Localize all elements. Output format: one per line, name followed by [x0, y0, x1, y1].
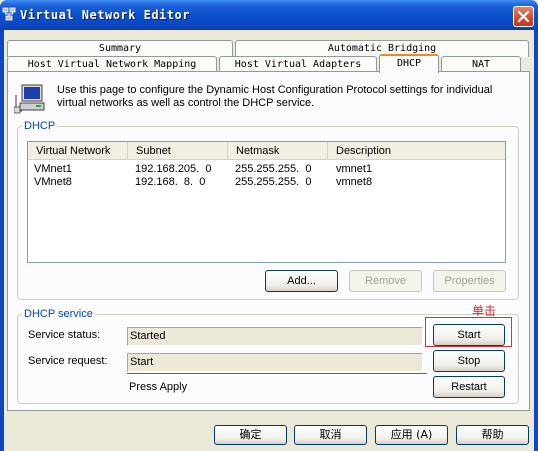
dhcp-group-label: DHCP: [22, 120, 58, 132]
list-header: Virtual Network Subnet Netmask Descripti…: [28, 142, 505, 160]
computer-icon: [14, 84, 45, 114]
service-request-field: Start: [127, 353, 423, 372]
annotation-underline: [127, 373, 427, 374]
intro-description: Use this page to configure the Dynamic H…: [57, 84, 493, 109]
window-border-right: [534, 30, 538, 451]
press-apply-hint: Press Apply: [129, 381, 188, 393]
start-highlight-box: [425, 317, 512, 347]
close-button[interactable]: [513, 6, 534, 27]
add-button[interactable]: Add...: [265, 270, 338, 292]
window-border-left: [0, 30, 4, 451]
column-subnet[interactable]: Subnet: [128, 142, 228, 160]
close-icon: [517, 10, 530, 23]
ok-button[interactable]: 确定: [214, 425, 287, 445]
help-button[interactable]: 帮助: [456, 425, 529, 445]
cell-subnet: 192.168.205. 0: [135, 163, 212, 175]
network-editor-icon: [2, 7, 16, 21]
tab-summary[interactable]: Summary: [7, 40, 233, 57]
cell-netmask: 255.255.255. 0: [235, 176, 312, 188]
stop-button[interactable]: Stop: [433, 350, 505, 372]
column-virtual-network[interactable]: Virtual Network: [28, 142, 128, 160]
click-annotation: 单击: [472, 304, 497, 318]
service-request-label: Service request:: [28, 355, 108, 367]
dhcp-network-list[interactable]: Virtual Network Subnet Netmask Descripti…: [27, 141, 506, 263]
cell-virtual-network: VMnet1: [34, 163, 72, 175]
tab-dhcp[interactable]: DHCP: [379, 54, 439, 73]
column-netmask[interactable]: Netmask: [228, 142, 328, 160]
cell-netmask: 255.255.255. 0: [235, 163, 312, 175]
cell-virtual-network: VMnet8: [34, 176, 72, 188]
list-item[interactable]: VMnet8 192.168. 8. 0 255.255.255. 0 vmne…: [28, 176, 505, 188]
service-status-label: Service status:: [28, 329, 101, 341]
title-bar: Virtual Network Editor: [0, 0, 538, 30]
apply-button[interactable]: 应用 (A): [375, 425, 448, 445]
cell-description: vmnet8: [336, 176, 373, 188]
cell-subnet: 192.168. 8. 0: [135, 176, 206, 188]
remove-button[interactable]: Remove: [349, 270, 422, 292]
restart-button[interactable]: Restart: [433, 376, 505, 398]
cancel-button[interactable]: 取消: [294, 425, 367, 445]
window-title: Virtual Network Editor: [20, 8, 190, 22]
service-status-field: Started: [127, 327, 423, 346]
dhcp-service-group-label: DHCP service: [22, 308, 95, 320]
column-description[interactable]: Description: [328, 142, 505, 160]
cell-description: vmnet1: [336, 163, 373, 175]
list-item[interactable]: VMnet1 192.168.205. 0 255.255.255. 0 vmn…: [28, 163, 505, 175]
properties-button[interactable]: Properties: [433, 270, 506, 292]
